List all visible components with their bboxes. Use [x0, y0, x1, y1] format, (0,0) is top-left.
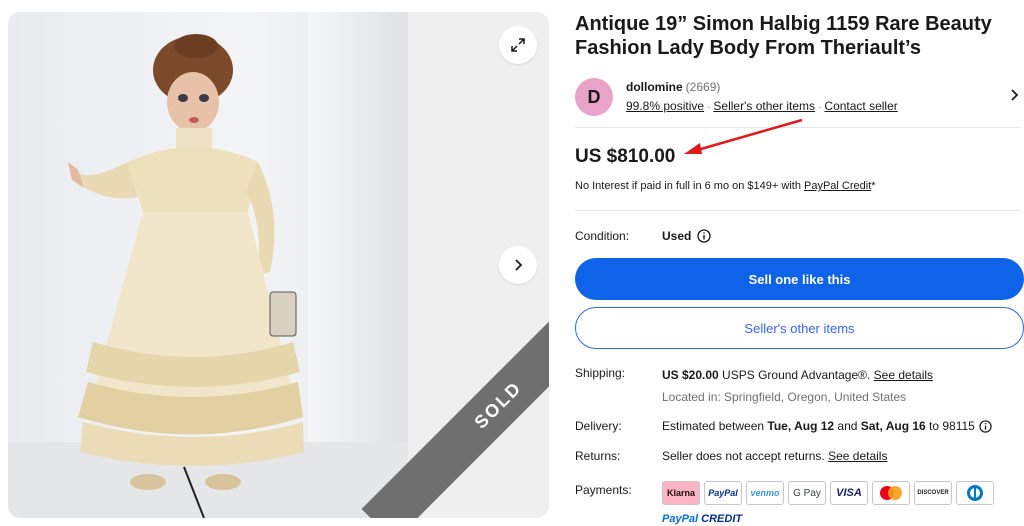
- item-location: Located in: Springfield, Oregon, United …: [662, 390, 906, 404]
- credit-text: No Interest if paid in full in 6 mo on $…: [575, 180, 804, 192]
- image-gallery[interactable]: SOLD: [8, 12, 549, 518]
- seller-name[interactable]: dollomine: [626, 80, 683, 94]
- klarna-icon: Klarna: [662, 481, 700, 505]
- info-icon[interactable]: [979, 419, 992, 433]
- returns-details-link[interactable]: See details: [828, 449, 887, 463]
- payment-methods: Klarna PayPal venmo G Pay VISA DISCOVER: [662, 481, 994, 505]
- paypal-credit-word: PayPal: [662, 513, 699, 525]
- paypal-credit-icon: PayPal CREDIT: [662, 513, 742, 525]
- chevron-right-icon: [515, 259, 523, 271]
- google-pay-icon: G Pay: [788, 481, 826, 505]
- next-image-button[interactable]: [499, 246, 537, 284]
- delivery-start-date: Tue, Aug 12: [767, 419, 835, 433]
- shipping-details-link[interactable]: See details: [874, 368, 933, 382]
- delivery-zip: to 98115: [925, 419, 975, 433]
- seller-other-items-link[interactable]: Seller's other items: [713, 99, 815, 113]
- visa-icon: VISA: [830, 481, 868, 505]
- delivery-value: Estimated between Tue, Aug 12 and Sat, A…: [662, 419, 992, 433]
- mastercard-icon: [872, 481, 910, 505]
- returns-value: Seller does not accept returns. See deta…: [662, 449, 887, 463]
- seller-name-row: dollomine (2669): [626, 80, 720, 94]
- seller-feedback-score: (2669): [685, 80, 721, 94]
- diners-club-icon: [956, 481, 994, 505]
- contact-seller-link[interactable]: Contact seller: [824, 99, 897, 113]
- returns-text: Seller does not accept returns.: [662, 449, 829, 463]
- item-price: US $810.00: [575, 146, 676, 167]
- delivery-label: Delivery:: [575, 419, 622, 433]
- shipping-label: Shipping:: [575, 366, 626, 380]
- condition-value: Used: [662, 229, 692, 243]
- sellers-other-items-button[interactable]: Seller's other items: [575, 307, 1024, 349]
- delivery-prefix: Estimated between: [662, 419, 768, 433]
- payments-label: Payments:: [575, 483, 632, 497]
- chevron-right-icon[interactable]: [1010, 88, 1020, 102]
- doll-photo: [68, 34, 304, 518]
- credit-word: CREDIT: [698, 513, 743, 525]
- shipping-cost: US $20.00: [662, 368, 719, 382]
- sell-one-like-this-button[interactable]: Sell one like this: [575, 258, 1024, 300]
- paypal-credit-offer: No Interest if paid in full in 6 mo on $…: [575, 180, 876, 192]
- discover-icon: DISCOVER: [914, 481, 952, 505]
- annotation-arrow-icon: [684, 118, 803, 154]
- returns-label: Returns:: [575, 449, 621, 463]
- sold-label: SOLD: [470, 377, 526, 433]
- listing-title: Antique 19” Simon Halbig 1159 Rare Beaut…: [575, 13, 992, 59]
- condition-label: Condition:: [575, 229, 630, 243]
- delivery-end-date: Sat, Aug 16: [860, 419, 926, 433]
- paypal-credit-link[interactable]: PayPal Credit: [804, 180, 871, 192]
- delivery-and: and: [834, 419, 861, 433]
- seller-links: 99.8% positive · Seller's other items · Cont…: [626, 99, 898, 113]
- shipping-service: USPS Ground Advantage®.: [718, 368, 874, 382]
- separator-dot: ·: [818, 102, 822, 113]
- delivery-text: Estimated between Tue, Aug 12 and Sat, A…: [662, 419, 975, 433]
- venmo-icon: venmo: [746, 481, 784, 505]
- divider: [575, 210, 1020, 211]
- seller-avatar[interactable]: D: [575, 78, 613, 116]
- expand-icon: [511, 38, 525, 52]
- paypal-icon: PayPal: [704, 481, 742, 505]
- item-location-text: Located in: Springfield, Oregon, United …: [662, 390, 907, 404]
- positive-feedback-link[interactable]: 99.8% positive: [626, 99, 704, 113]
- credit-footnote: *: [871, 180, 876, 192]
- shipping-value: US $20.00 USPS Ground Advantage®. See de…: [662, 368, 933, 382]
- expand-image-button[interactable]: [499, 26, 537, 64]
- condition-value-row: Used: [662, 229, 711, 243]
- info-icon[interactable]: [697, 229, 711, 243]
- separator-dot: ·: [707, 102, 711, 113]
